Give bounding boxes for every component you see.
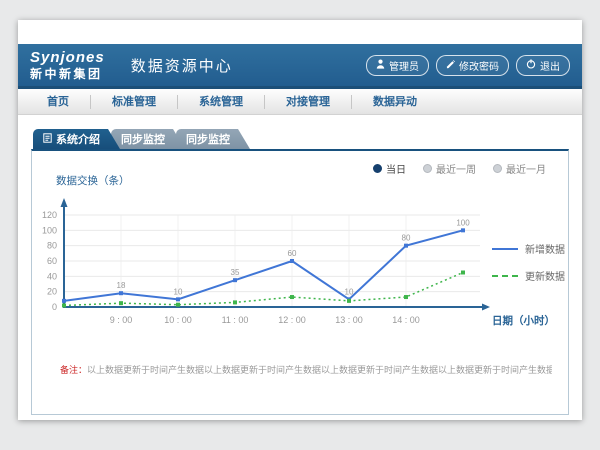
app-header: Synjones 新中新集团 数据资源中心 管理员 修改密码 退出 (18, 44, 582, 86)
change-password-label: 修改密码 (459, 58, 499, 73)
nav-item-standard-mgmt[interactable]: 标准管理 (90, 95, 177, 109)
svg-text:120: 120 (42, 210, 57, 220)
svg-text:80: 80 (402, 234, 411, 243)
svg-text:60: 60 (288, 249, 297, 258)
tab-label: 同步监控 (186, 131, 230, 147)
svg-text:40: 40 (47, 271, 57, 281)
page-card: Synjones 新中新集团 数据资源中心 管理员 修改密码 退出 (18, 20, 582, 420)
footer-note: 备注：以上数据更新于时间产生数据以上数据更新于时间产生数据以上数据更新于时间产生… (60, 363, 552, 376)
change-password-button[interactable]: 修改密码 (436, 55, 509, 76)
header-actions: 管理员 修改密码 退出 (366, 55, 570, 76)
svg-text:日期（小时）: 日期（小时） (492, 314, 555, 327)
radio-label: 最近一月 (506, 161, 546, 176)
tab-label: 同步监控 (121, 131, 165, 147)
nav-item-interface-mgmt[interactable]: 对接管理 (264, 95, 351, 109)
chart-y-axis-title: 数据交换（条） (56, 173, 130, 188)
nav-item-data-change[interactable]: 数据异动 (351, 95, 438, 109)
admin-user-label: 管理员 (389, 58, 419, 73)
svg-text:20: 20 (47, 287, 57, 297)
user-icon (376, 59, 385, 72)
radio-last-week[interactable]: 最近一周 (423, 161, 476, 176)
main-nav: 首页 标准管理 系统管理 对接管理 数据异动 (18, 86, 582, 115)
legend-item-new-data: 新增数据 (492, 241, 565, 256)
tab-sync-monitor-2[interactable]: 同步监控 (176, 129, 250, 149)
radio-dot-icon (373, 164, 382, 173)
admin-user-button[interactable]: 管理员 (366, 55, 429, 76)
range-filter-group: 当日 最近一周 最近一月 (373, 161, 546, 176)
content-area: 系统介绍 同步监控 同步监控 当日 最近一周 (18, 115, 582, 415)
svg-text:11 : 00: 11 : 00 (222, 315, 249, 325)
solid-line-icon (492, 248, 518, 250)
svg-text:10: 10 (345, 287, 354, 296)
svg-text:18: 18 (117, 281, 126, 290)
svg-text:100: 100 (456, 218, 470, 227)
document-icon (43, 133, 52, 146)
tab-sync-monitor-1[interactable]: 同步监控 (111, 129, 185, 149)
radio-label: 最近一周 (436, 161, 476, 176)
dashed-line-icon (492, 275, 518, 277)
tab-label: 系统介绍 (56, 131, 100, 147)
legend-label: 新增数据 (525, 241, 565, 256)
tab-system-intro[interactable]: 系统介绍 (33, 129, 120, 149)
svg-text:0: 0 (52, 302, 57, 312)
chart-legend: 新增数据 更新数据 (492, 241, 565, 283)
brand-logo-en: Synjones (30, 50, 105, 65)
svg-text:13 : 00: 13 : 00 (335, 315, 363, 325)
radio-dot-icon (493, 164, 502, 173)
brand-logo[interactable]: Synjones 新中新集团 (30, 50, 105, 80)
brand-logo-cn: 新中新集团 (30, 68, 105, 80)
nav-item-home[interactable]: 首页 (26, 95, 90, 109)
svg-text:9 : 00: 9 : 00 (110, 315, 133, 325)
svg-text:35: 35 (231, 268, 240, 277)
chart-panel: 当日 最近一周 最近一月 数据交换（条） 0 20 40 60 80 100 120 9 : … (31, 149, 569, 415)
tab-bar: 系统介绍 同步监控 同步监控 (33, 129, 569, 149)
radio-dot-icon (423, 164, 432, 173)
power-icon (526, 59, 536, 72)
svg-text:80: 80 (47, 241, 57, 251)
svg-text:10: 10 (174, 287, 183, 296)
svg-text:12 : 00: 12 : 00 (278, 315, 306, 325)
svg-text:10 : 00: 10 : 00 (164, 315, 192, 325)
svg-text:100: 100 (42, 225, 57, 235)
radio-last-month[interactable]: 最近一月 (493, 161, 546, 176)
nav-item-system-mgmt[interactable]: 系统管理 (177, 95, 264, 109)
note-text: 以上数据更新于时间产生数据以上数据更新于时间产生数据以上数据更新于时间产生数据以… (87, 365, 552, 375)
note-prefix: 备注： (60, 365, 87, 375)
svg-text:60: 60 (47, 256, 57, 266)
svg-text:14 : 00: 14 : 00 (392, 315, 420, 325)
legend-item-updated-data: 更新数据 (492, 268, 565, 283)
edit-icon (446, 59, 455, 72)
radio-label: 当日 (386, 161, 406, 176)
logout-button[interactable]: 退出 (516, 55, 570, 76)
app-title: 数据资源中心 (131, 55, 233, 76)
logout-label: 退出 (540, 58, 560, 73)
legend-label: 更新数据 (525, 268, 565, 283)
radio-today[interactable]: 当日 (373, 161, 406, 176)
